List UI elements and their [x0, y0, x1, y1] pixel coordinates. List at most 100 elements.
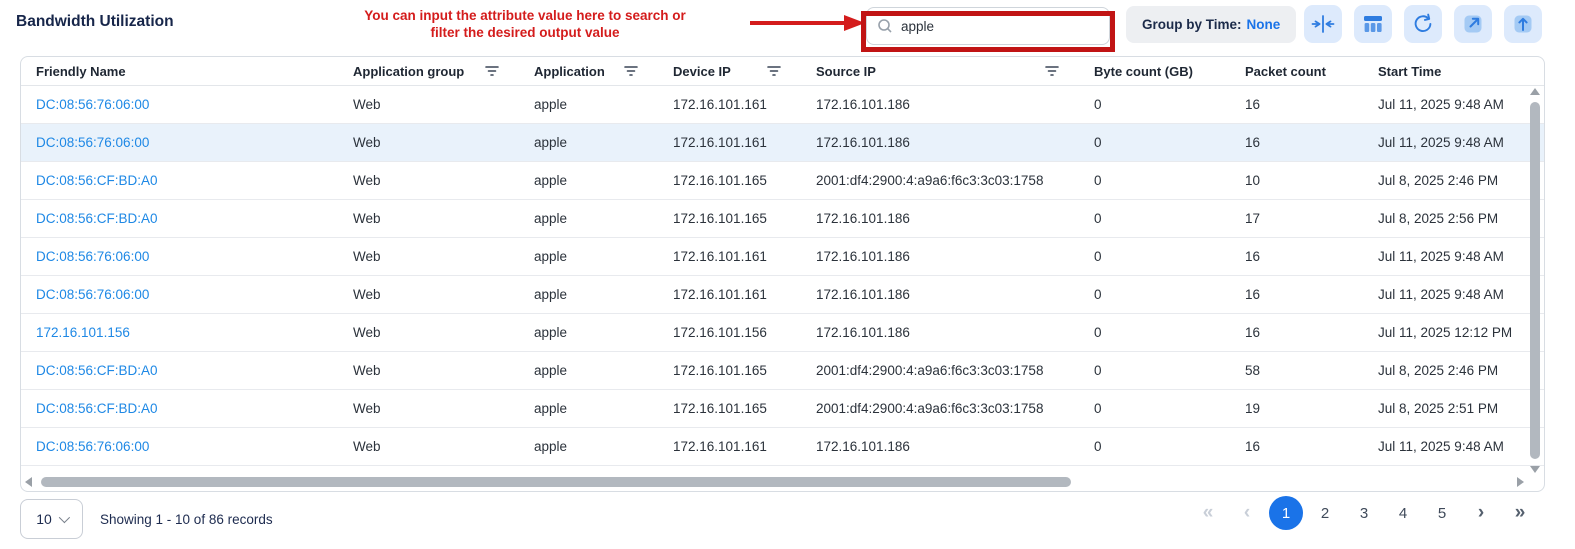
page-4-button[interactable]: 4 [1386, 496, 1420, 530]
table-cell: apple [519, 363, 658, 378]
table-cell: Jul 8, 2025 2:56 PM [1363, 211, 1544, 226]
column-header-label: Start Time [1378, 64, 1441, 79]
page-1-button[interactable]: 1 [1269, 496, 1303, 530]
column-header-label: Friendly Name [36, 64, 126, 79]
export-icon [1511, 12, 1535, 36]
group-by-label: Group by Time: [1142, 17, 1242, 32]
refresh-icon [1411, 12, 1435, 36]
table-cell: 0 [1079, 325, 1230, 340]
friendly-name-link[interactable]: DC:08:56:76:06:00 [21, 287, 338, 302]
scroll-down-icon[interactable] [1530, 466, 1540, 473]
table-cell: 172.16.101.161 [658, 287, 801, 302]
columns-icon [1361, 12, 1385, 36]
table-row[interactable]: DC:08:56:76:06:00Webapple172.16.101.1611… [21, 276, 1544, 314]
table-row[interactable]: DC:08:56:CF:BD:A0Webapple172.16.101.1652… [21, 390, 1544, 428]
table-cell: 172.16.101.165 [658, 211, 801, 226]
table-row[interactable]: DC:08:56:CF:BD:A0Webapple172.16.101.1651… [21, 200, 1544, 238]
page-3-button[interactable]: 3 [1347, 496, 1381, 530]
table-cell: 16 [1230, 287, 1363, 302]
table-cell: 2001:df4:2900:4:a9a6:f6c3:3c03:1758 [801, 401, 1079, 416]
group-by-time-button[interactable]: Group by Time: None [1126, 6, 1296, 43]
column-header[interactable]: Application [519, 64, 658, 79]
table-cell: 172.16.101.186 [801, 135, 1079, 150]
column-header[interactable]: Device IP [658, 64, 801, 79]
open-external-icon [1461, 12, 1485, 36]
friendly-name-link[interactable]: DC:08:56:76:06:00 [21, 249, 338, 264]
table-row[interactable]: DC:08:56:76:06:00Webapple172.16.101.1611… [21, 238, 1544, 276]
columns-button[interactable] [1354, 5, 1392, 43]
filter-icon[interactable] [485, 65, 499, 77]
open-external-button[interactable] [1454, 5, 1492, 43]
page-2-button[interactable]: 2 [1308, 496, 1342, 530]
table-row[interactable]: DC:08:56:76:06:00Webapple172.16.101.1611… [21, 428, 1544, 466]
table-cell: Web [338, 97, 519, 112]
table-cell: 172.16.101.161 [658, 135, 801, 150]
filter-icon[interactable] [624, 65, 638, 77]
toolbar-icon-buttons [1304, 5, 1542, 43]
column-header[interactable]: Packet count [1230, 64, 1363, 79]
scroll-left-icon[interactable] [25, 477, 32, 487]
annotation-line-2: filter the desired output value [295, 24, 755, 41]
search-value: apple [901, 19, 934, 34]
friendly-name-link[interactable]: DC:08:56:76:06:00 [21, 135, 338, 150]
table-cell: 16 [1230, 439, 1363, 454]
table-cell: apple [519, 249, 658, 264]
friendly-name-link[interactable]: DC:08:56:CF:BD:A0 [21, 173, 338, 188]
column-header[interactable]: Source IP [801, 64, 1079, 79]
friendly-name-link[interactable]: DC:08:56:76:06:00 [21, 97, 338, 112]
column-header-label: Packet count [1245, 64, 1326, 79]
table-cell: 172.16.101.165 [658, 173, 801, 188]
table-cell: Jul 11, 2025 9:48 AM [1363, 97, 1544, 112]
table-row[interactable]: 172.16.101.156Webapple172.16.101.156172.… [21, 314, 1544, 352]
table-cell: 172.16.101.186 [801, 249, 1079, 264]
collapse-columns-icon [1311, 12, 1335, 36]
table-cell: Jul 11, 2025 9:48 AM [1363, 249, 1544, 264]
chevron-down-icon [59, 512, 70, 523]
table-cell: 2001:df4:2900:4:a9a6:f6c3:3c03:1758 [801, 363, 1079, 378]
table-cell: apple [519, 173, 658, 188]
friendly-name-link[interactable]: DC:08:56:CF:BD:A0 [21, 363, 338, 378]
page-5-button[interactable]: 5 [1425, 496, 1459, 530]
vertical-scroll-thumb[interactable] [1530, 102, 1540, 459]
next-page-button[interactable]: › [1464, 496, 1498, 530]
search-highlight-region: apple [866, 7, 1110, 45]
prev-page-button[interactable]: ‹ [1230, 496, 1264, 530]
friendly-name-link[interactable]: DC:08:56:CF:BD:A0 [21, 211, 338, 226]
horizontal-scrollbar[interactable] [25, 476, 1524, 488]
column-header-label: Device IP [673, 64, 731, 79]
filter-icon[interactable] [767, 65, 781, 77]
bandwidth-table-card: Friendly Name Application groupApplicatio… [20, 56, 1545, 492]
friendly-name-link[interactable]: 172.16.101.156 [21, 325, 338, 340]
table-row[interactable]: DC:08:56:76:06:00Webapple172.16.101.1611… [21, 86, 1544, 124]
table-cell: 0 [1079, 135, 1230, 150]
column-header[interactable]: Friendly Name [21, 64, 338, 79]
column-header[interactable]: Application group [338, 64, 519, 79]
table-cell: Jul 11, 2025 9:48 AM [1363, 439, 1544, 454]
table-row[interactable]: DC:08:56:CF:BD:A0Webapple172.16.101.1652… [21, 162, 1544, 200]
table-cell: apple [519, 211, 658, 226]
scroll-up-icon[interactable] [1530, 88, 1540, 95]
column-header[interactable]: Start Time [1363, 64, 1544, 79]
column-header[interactable]: Byte count (GB) [1079, 64, 1230, 79]
scroll-right-icon[interactable] [1517, 477, 1524, 487]
friendly-name-link[interactable]: DC:08:56:CF:BD:A0 [21, 401, 338, 416]
collapse-columns-button[interactable] [1304, 5, 1342, 43]
table-row[interactable]: DC:08:56:76:06:00Webapple172.16.101.1611… [21, 124, 1544, 162]
last-page-button[interactable]: » [1503, 496, 1537, 530]
table-header-row: Friendly Name Application groupApplicatio… [21, 57, 1544, 86]
annotation-arrow-icon [748, 13, 866, 33]
vertical-scrollbar[interactable] [1529, 88, 1541, 473]
search-input[interactable]: apple [866, 7, 1110, 45]
friendly-name-link[interactable]: DC:08:56:76:06:00 [21, 439, 338, 454]
refresh-button[interactable] [1404, 5, 1442, 43]
table-cell: 2001:df4:2900:4:a9a6:f6c3:3c03:1758 [801, 173, 1079, 188]
export-button[interactable] [1504, 5, 1542, 43]
filter-icon[interactable] [1045, 65, 1059, 77]
table-cell: apple [519, 325, 658, 340]
horizontal-scroll-thumb[interactable] [41, 477, 1071, 487]
first-page-button[interactable]: « [1191, 496, 1225, 530]
table-row[interactable]: DC:08:56:CF:BD:A0Webapple172.16.101.1652… [21, 352, 1544, 390]
table-cell: apple [519, 401, 658, 416]
table-cell: 10 [1230, 173, 1363, 188]
page-size-select[interactable]: 10 [20, 499, 83, 539]
